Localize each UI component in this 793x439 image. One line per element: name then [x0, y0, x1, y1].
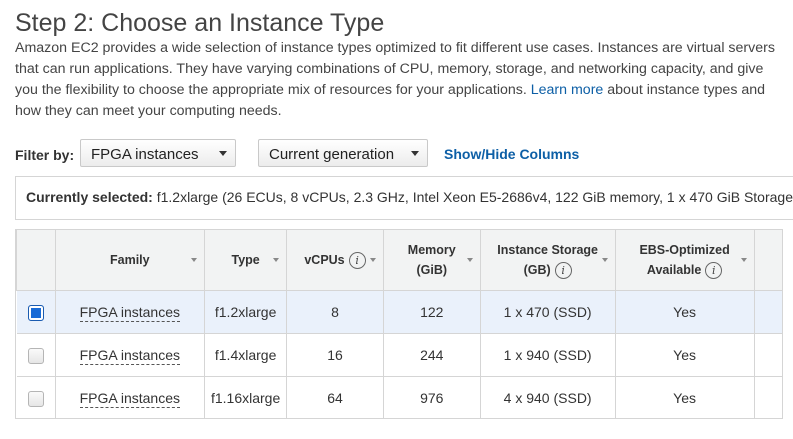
table-row[interactable]: FPGA instances f1.4xlarge 16 244 1 x 940…	[16, 333, 783, 377]
row-checkbox[interactable]	[27, 347, 44, 364]
show-hide-columns-link[interactable]: Show/Hide Columns	[444, 146, 579, 162]
header-type[interactable]: Type	[203, 229, 288, 291]
vcpus-cell: 16	[286, 333, 384, 377]
info-icon[interactable]: i	[705, 262, 723, 280]
type-cell: f1.4xlarge	[204, 333, 288, 377]
header-instance-storage[interactable]: Instance Storage (GB) i	[479, 229, 616, 291]
row-checkbox[interactable]	[27, 390, 44, 407]
family-filter-value: FPGA instances	[91, 146, 199, 163]
header-memory[interactable]: Memory (GiB)	[382, 229, 481, 291]
row-checkbox[interactable]	[27, 304, 44, 321]
table-row[interactable]: FPGA instances f1.16xlarge 64 976 4 x 94…	[16, 376, 783, 418]
vcpus-cell: 8	[286, 290, 384, 334]
ebs-cell: Yes	[615, 376, 755, 418]
family-value: FPGA instances	[79, 347, 180, 365]
family-value: FPGA instances	[79, 390, 180, 408]
page-title: Step 2: Choose an Instance Type	[15, 9, 385, 37]
instance-type-table: Family Type vCPUs i Memory (GiB) Instanc…	[16, 229, 783, 418]
learn-more-link[interactable]: Learn more	[531, 82, 604, 98]
generation-filter-dropdown[interactable]: Current generation	[258, 139, 428, 167]
ebs-cell: Yes	[615, 290, 755, 334]
header-vcpus[interactable]: vCPUs i	[286, 229, 384, 291]
row-select-cell[interactable]	[16, 376, 56, 418]
type-cell: f1.2xlarge	[204, 290, 288, 334]
table-row[interactable]: FPGA instances f1.2xlarge 8 122 1 x 470 …	[16, 290, 783, 334]
overflow-cell	[754, 376, 783, 418]
header-ebs-label: EBS-Optimized	[639, 243, 730, 257]
filter-label: Filter by:	[15, 147, 75, 163]
header-vcpus-label: vCPUs	[304, 253, 345, 267]
current-selection: Currently selected: f1.2xlarge (26 ECUs,…	[26, 189, 793, 205]
overflow-cell	[754, 333, 783, 377]
header-overflow	[753, 229, 783, 291]
row-select-cell[interactable]	[16, 290, 56, 334]
memory-cell: 976	[383, 376, 481, 418]
family-cell: FPGA instances	[55, 376, 206, 418]
sort-icon	[740, 258, 747, 262]
sort-icon	[601, 258, 608, 262]
overflow-cell	[754, 290, 783, 334]
header-storage-unit: (GB)	[523, 263, 551, 277]
header-storage-label: Instance Storage	[497, 243, 598, 257]
caret-down-icon	[411, 151, 419, 156]
header-ebs-label-line2: Available	[646, 263, 702, 277]
current-selection-panel: Currently selected: f1.2xlarge (26 ECUs,…	[15, 176, 793, 220]
family-filter-dropdown[interactable]: FPGA instances	[80, 139, 236, 167]
header-type-label: Type	[231, 253, 260, 267]
info-icon[interactable]: i	[554, 262, 572, 280]
page-description: Amazon EC2 provides a wide selection of …	[15, 38, 783, 122]
current-selection-value: f1.2xlarge (26 ECUs, 8 vCPUs, 2.3 GHz, I…	[156, 189, 793, 205]
header-select	[16, 229, 56, 291]
sort-icon	[466, 258, 473, 262]
current-selection-label: Currently selected:	[26, 189, 153, 205]
generation-filter-value: Current generation	[269, 146, 395, 163]
table-header-row: Family Type vCPUs i Memory (GiB) Instanc…	[16, 229, 783, 291]
vcpus-cell: 64	[286, 376, 384, 418]
sort-icon	[273, 258, 280, 262]
header-memory-unit: (GiB)	[416, 263, 448, 277]
family-cell: FPGA instances	[55, 333, 206, 377]
info-icon[interactable]: i	[348, 252, 366, 270]
memory-cell: 244	[383, 333, 481, 377]
row-select-cell[interactable]	[16, 333, 56, 377]
header-family[interactable]: Family	[54, 229, 206, 291]
header-family-label: Family	[110, 253, 150, 267]
family-cell: FPGA instances	[55, 290, 206, 334]
instance-type-table-container: Family Type vCPUs i Memory (GiB) Instanc…	[15, 229, 783, 419]
header-ebs-optimized[interactable]: EBS-Optimized Available i	[614, 229, 755, 291]
header-memory-label: Memory	[407, 243, 456, 257]
caret-down-icon	[219, 151, 227, 156]
memory-cell: 122	[383, 290, 481, 334]
family-value: FPGA instances	[79, 304, 180, 322]
type-cell: f1.16xlarge	[204, 376, 288, 418]
sort-icon	[369, 258, 376, 262]
storage-cell: 1 x 940 (SSD)	[480, 333, 616, 377]
sort-icon	[191, 258, 197, 262]
storage-cell: 1 x 470 (SSD)	[480, 290, 616, 334]
storage-cell: 4 x 940 (SSD)	[480, 376, 616, 418]
ebs-cell: Yes	[615, 333, 755, 377]
